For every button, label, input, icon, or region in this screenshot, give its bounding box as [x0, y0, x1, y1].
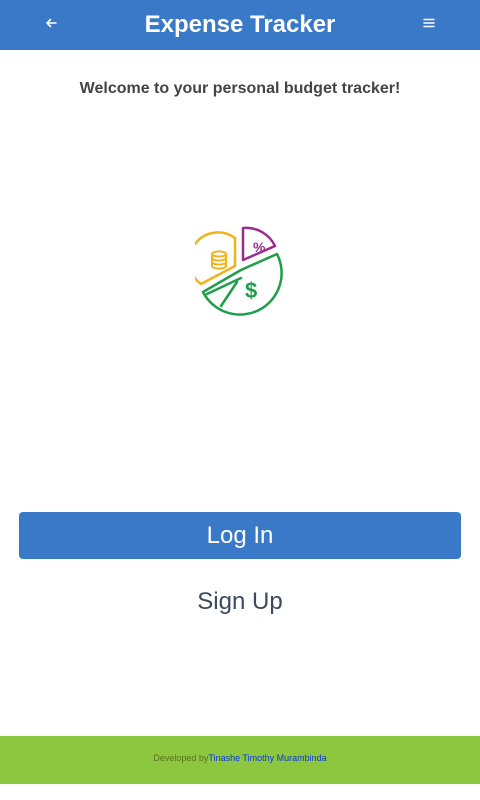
hamburger-menu-icon	[423, 18, 435, 28]
welcome-message: Welcome to your personal budget tracker!	[79, 80, 401, 97]
back-button[interactable]	[38, 10, 64, 36]
svg-text:$: $	[245, 278, 257, 303]
footer: Developed byTinashe Timothy Murambinda	[0, 736, 480, 784]
app-header: Expense Tracker	[0, 0, 480, 50]
login-button[interactable]: Log In	[19, 512, 461, 559]
menu-button[interactable]	[416, 10, 442, 36]
developed-by-label: Developed by	[153, 753, 209, 763]
pie-chart-money-icon: % $	[195, 226, 283, 316]
page-title: Expense Tracker	[144, 11, 336, 38]
signup-button[interactable]: Sign Up	[140, 584, 340, 620]
author-link[interactable]: Tinashe Timothy Murambinda	[208, 753, 326, 763]
svg-text:%: %	[253, 239, 266, 255]
arrow-left-icon	[46, 18, 57, 28]
